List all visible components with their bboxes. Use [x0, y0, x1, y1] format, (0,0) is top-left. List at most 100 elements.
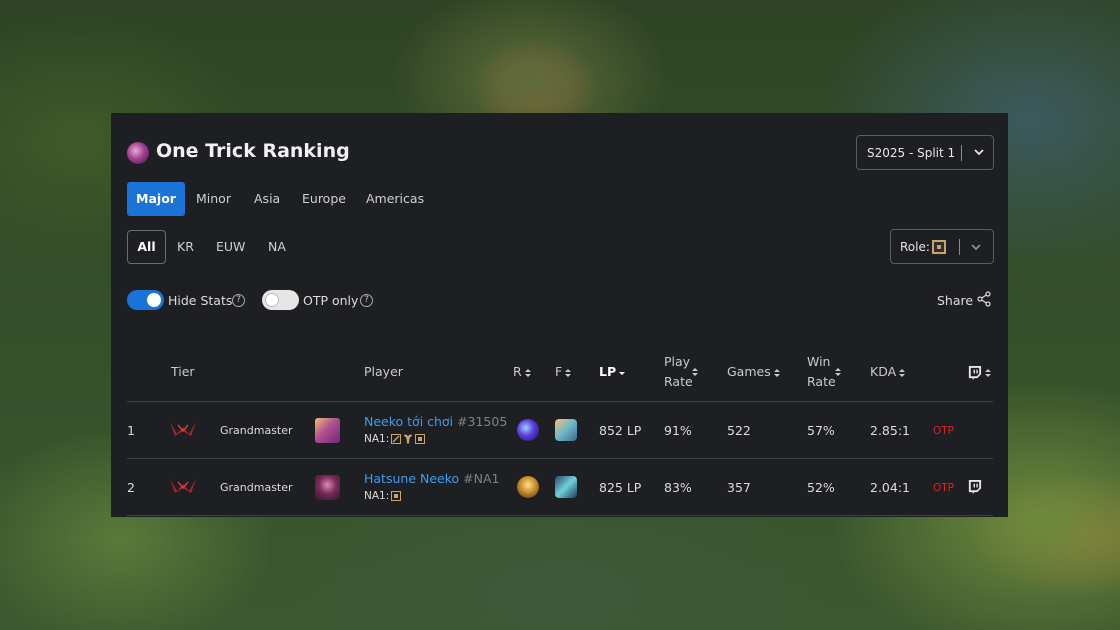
share-icon[interactable] [976, 291, 992, 307]
column-play-rate-label-2: Rate [664, 374, 693, 389]
help-icon[interactable]: ? [232, 294, 245, 307]
kda-cell: 2.04:1 [870, 480, 910, 495]
column-games[interactable]: Games [727, 362, 781, 382]
page-title: One Trick Ranking [156, 140, 350, 162]
rank-cell: 2 [127, 480, 135, 495]
column-r-label: R [513, 364, 522, 379]
summoner-spell-icon [555, 476, 577, 498]
otp-badge: OTP [933, 425, 955, 437]
column-r[interactable]: R [513, 362, 532, 382]
otp-badge: OTP [933, 482, 955, 494]
mid-lane-role-icon [391, 434, 402, 444]
sort-icon [692, 368, 698, 376]
season-select-divider [961, 145, 962, 161]
hide-stats-toggle[interactable] [127, 290, 164, 310]
column-play-rate-label-1: Play [664, 354, 691, 369]
player-avatar [315, 418, 340, 443]
kda-cell: 2.85:1 [870, 423, 910, 438]
season-select[interactable]: S2025 - Split 1 [856, 135, 994, 170]
sort-desc-icon [619, 371, 626, 375]
lp-cell: 852 LP [599, 423, 642, 438]
lp-cell: 825 LP [599, 480, 642, 495]
season-select-value: S2025 - Split 1 [867, 146, 956, 160]
rune-keystone-icon [517, 419, 539, 441]
otp-only-toggle[interactable] [262, 290, 299, 310]
win-rate-cell: 57% [807, 423, 835, 438]
player-server: NA1: [364, 433, 426, 445]
player-name: Neeko tới chơi [364, 414, 454, 429]
column-player: Player [364, 364, 403, 379]
player-server: NA1: [364, 490, 402, 502]
region-na[interactable]: NA [268, 230, 286, 264]
help-icon[interactable]: ? [360, 294, 373, 307]
jungle-role-icon [415, 434, 426, 444]
support-role-icon [403, 434, 413, 444]
tab-americas[interactable]: Americas [366, 182, 424, 216]
hide-stats-label: Hide Stats [168, 293, 233, 308]
column-f[interactable]: F [555, 362, 572, 382]
column-win-rate-label-1: Win [807, 354, 831, 369]
column-tier: Tier [171, 364, 195, 379]
column-f-label: F [555, 364, 563, 379]
server-label: NA1: [364, 490, 390, 502]
table-divider [127, 401, 993, 402]
region-all[interactable]: All [127, 230, 166, 264]
player-avatar [315, 475, 340, 500]
sort-icon [565, 368, 572, 377]
twitch-icon[interactable] [967, 479, 982, 494]
table-divider [127, 515, 993, 516]
player-name-link[interactable]: Neeko tới chơi #31505 [364, 414, 507, 429]
games-cell: 522 [727, 423, 751, 438]
chevron-down-icon [971, 244, 981, 251]
player-tag: #NA1 [463, 471, 500, 486]
column-kda[interactable]: KDA [870, 362, 906, 382]
region-euw[interactable]: EUW [216, 230, 245, 264]
column-games-label: Games [727, 364, 771, 379]
table-divider [127, 458, 993, 459]
otp-only-label: OTP only [303, 293, 359, 308]
summoner-spell-icon [555, 419, 577, 441]
role-select-divider [959, 239, 960, 255]
column-win-rate-label-2: Rate [807, 374, 836, 389]
jungle-role-icon [391, 491, 402, 501]
column-play-rate[interactable]: Play Rate [664, 352, 693, 392]
player-name: Hatsune Neeko [364, 471, 460, 486]
tab-asia[interactable]: Asia [254, 182, 280, 216]
region-kr[interactable]: KR [177, 230, 194, 264]
sort-icon [835, 368, 841, 376]
twitch-icon [968, 365, 982, 380]
tab-major[interactable]: Major [127, 182, 185, 216]
player-tag: #31505 [457, 414, 508, 429]
games-cell: 357 [727, 480, 751, 495]
tier-cell: Grandmaster [220, 481, 293, 494]
rank-cell: 1 [127, 423, 135, 438]
column-lp[interactable]: LP [599, 362, 626, 382]
play-rate-cell: 83% [664, 480, 692, 495]
grandmaster-tier-icon [170, 479, 196, 493]
share-button[interactable]: Share [937, 293, 973, 308]
sort-icon [985, 368, 991, 377]
tab-minor[interactable]: Minor [196, 182, 231, 216]
sort-icon [773, 368, 780, 377]
column-stream[interactable] [967, 362, 992, 382]
tier-cell: Grandmaster [220, 424, 293, 437]
column-win-rate[interactable]: Win Rate [807, 352, 836, 392]
role-select-label: Role: [900, 240, 930, 254]
mid-lane-role-icon [932, 240, 946, 254]
grandmaster-tier-icon [170, 422, 196, 436]
neeko-champion-icon [127, 142, 149, 164]
column-lp-label: LP [599, 364, 617, 379]
toggle-knob [147, 293, 161, 307]
play-rate-cell: 91% [664, 423, 692, 438]
tab-europe[interactable]: Europe [302, 182, 346, 216]
rune-keystone-icon [517, 476, 539, 498]
one-trick-ranking-panel: One Trick Ranking S2025 - Split 1 Major … [111, 113, 1008, 517]
toggle-knob [265, 293, 279, 307]
sort-icon [524, 368, 531, 377]
role-select[interactable]: Role: [890, 229, 994, 264]
sort-icon [899, 368, 906, 377]
column-kda-label: KDA [870, 364, 897, 379]
player-name-link[interactable]: Hatsune Neeko #NA1 [364, 471, 499, 486]
server-label: NA1: [364, 433, 390, 445]
win-rate-cell: 52% [807, 480, 835, 495]
